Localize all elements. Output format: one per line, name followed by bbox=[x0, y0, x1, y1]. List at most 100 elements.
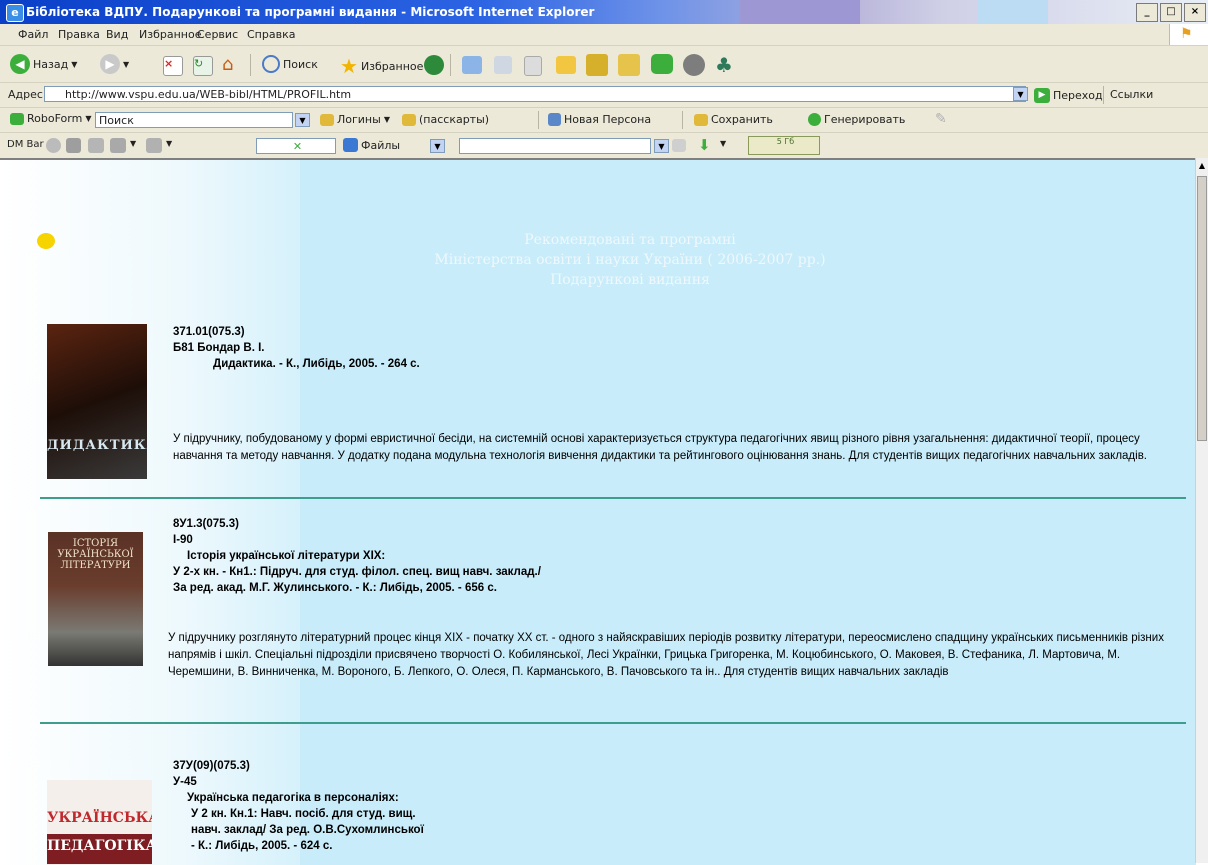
book-description: У підручнику, побудованому у формі еврис… bbox=[173, 433, 1147, 462]
vertical-scrollbar[interactable]: ▲ bbox=[1195, 158, 1208, 863]
window-icon[interactable] bbox=[146, 138, 162, 153]
cover-title: УКРАЇНСЬКА bbox=[47, 810, 152, 826]
logins-button[interactable]: Логины ▼ bbox=[320, 113, 390, 126]
book-entry: 8У1.3(075.3) І-90 Історія української лі… bbox=[173, 516, 541, 596]
favorites-label: Избранное bbox=[360, 59, 424, 73]
divider bbox=[40, 722, 1186, 724]
pen-icon[interactable]: ✎ bbox=[935, 111, 947, 127]
book-entry: 371.01(075.3) Б81 Бондар В. І. Дидактика… bbox=[173, 324, 420, 372]
back-label: Назад bbox=[33, 57, 69, 71]
back-button[interactable]: ◀ Назад ▼ bbox=[10, 54, 77, 74]
cover-title: ПЕДАГОГІКА bbox=[47, 838, 152, 854]
print-icon[interactable] bbox=[494, 56, 512, 74]
dm-progress-field[interactable]: ✕ bbox=[256, 138, 336, 154]
generate-label: Генерировать bbox=[824, 113, 906, 126]
go-button[interactable]: ▶ Переход bbox=[1034, 88, 1103, 103]
roboform-search-dropdown[interactable]: ▼ bbox=[295, 113, 310, 127]
save-label: Сохранить bbox=[711, 113, 773, 126]
menu-view[interactable]: Вид bbox=[106, 28, 128, 41]
new-persona-label: Новая Персона bbox=[564, 113, 652, 126]
save-button[interactable]: Сохранить bbox=[694, 113, 773, 126]
mail-icon[interactable] bbox=[462, 56, 482, 74]
search-button[interactable]: Поиск bbox=[262, 55, 318, 73]
down-arrow-icon[interactable]: ⬇ bbox=[698, 136, 711, 154]
generate-button[interactable]: Генерировать bbox=[808, 113, 905, 126]
plugin-icon[interactable]: ♣ bbox=[715, 53, 733, 77]
book-title: Історія української літератури ХІХ: bbox=[187, 550, 386, 562]
windows-logo-icon: ⚑ bbox=[1169, 24, 1208, 45]
globe-icon[interactable] bbox=[683, 54, 705, 76]
close-button[interactable]: × bbox=[1184, 3, 1206, 22]
forward-button[interactable]: ▶ ▼ bbox=[100, 54, 129, 74]
passcards-label: (пасскарты) bbox=[419, 113, 490, 126]
dm-icon[interactable] bbox=[46, 138, 61, 153]
chevron-down-icon[interactable]: ▼ bbox=[166, 139, 172, 148]
menu-file[interactable]: Файл bbox=[18, 28, 48, 41]
book-cover[interactable]: УКРАЇНСЬКА ПЕДАГОГІКА bbox=[47, 780, 152, 865]
stop-icon[interactable]: × bbox=[163, 56, 183, 76]
dm-toolbar: DM Bar ▼ ▼ ✕ Файлы ▼ ▼ ⬇ ▼ 5 Гб bbox=[0, 133, 1208, 159]
folder-icon[interactable] bbox=[556, 56, 576, 74]
title-stripe bbox=[740, 0, 860, 24]
chevron-down-icon[interactable]: ▼ bbox=[720, 139, 726, 148]
key-icon bbox=[320, 113, 334, 126]
passcard-icon bbox=[402, 113, 416, 126]
standard-toolbar: ◀ Назад ▼ ▶ ▼ × ↻ ⌂ Поиск ★ Избранное ♣ bbox=[0, 46, 1208, 83]
passcards-button[interactable]: (пасскарты) bbox=[402, 113, 489, 126]
dm-search-input[interactable] bbox=[459, 138, 651, 154]
book-cover[interactable]: ІСТОРІЯ УКРАЇНСЬКОЇ ЛІТЕРАТУРИ bbox=[48, 532, 143, 666]
edit-icon[interactable] bbox=[524, 56, 542, 76]
address-input[interactable]: http://www.vspu.edu.ua/WEB-bibl/HTML/PRO… bbox=[44, 86, 1026, 102]
scrollbar-thumb[interactable] bbox=[1197, 176, 1207, 441]
files-button[interactable]: Файлы bbox=[343, 138, 400, 152]
chevron-down-icon[interactable]: ▼ bbox=[130, 139, 136, 148]
media-icon[interactable] bbox=[424, 55, 444, 75]
book-cover[interactable]: ДИДАКТИКА bbox=[47, 324, 147, 479]
dm-search-dropdown[interactable]: ▼ bbox=[654, 139, 669, 153]
roboform-search-input[interactable]: Поиск bbox=[95, 112, 293, 128]
chevron-down-icon: ▼ bbox=[85, 114, 92, 123]
folder-icon[interactable] bbox=[88, 138, 104, 153]
messenger-icon[interactable] bbox=[586, 54, 608, 76]
heading-line: Міністерства освіти і науки України ( 20… bbox=[434, 252, 826, 268]
icq-icon[interactable] bbox=[651, 54, 673, 74]
dm-search-icon[interactable] bbox=[672, 139, 686, 152]
links-button[interactable]: Ссылки bbox=[1110, 88, 1153, 101]
book-editor: навч. заклад/ За ред. О.В.Сухомлинської bbox=[191, 824, 424, 836]
book-entry: 37У(09)(075.3) У-45 Українська педагогік… bbox=[173, 758, 424, 854]
star-icon: ★ bbox=[340, 54, 358, 78]
scroll-up-icon[interactable]: ▲ bbox=[1197, 160, 1207, 172]
favorites-button[interactable]: ★ Избранное bbox=[340, 54, 423, 78]
book-code: 37У(09)(075.3) bbox=[173, 760, 250, 772]
book-publisher: За ред. акад. М.Г. Жулинського. - К.: Ли… bbox=[173, 582, 497, 594]
tool-icon[interactable] bbox=[618, 54, 640, 76]
menu-favorites[interactable]: Избранное bbox=[139, 28, 201, 41]
add-icon[interactable] bbox=[66, 138, 81, 153]
new-persona-button[interactable]: Новая Персона bbox=[548, 113, 651, 126]
disk-space-indicator: 5 Гб bbox=[748, 136, 820, 155]
minimize-button[interactable]: _ bbox=[1136, 3, 1158, 22]
roboform-button[interactable]: RoboForm ▼ bbox=[10, 112, 91, 125]
refresh-icon[interactable]: ↻ bbox=[193, 56, 213, 76]
heading-line: Подарункові видання bbox=[550, 272, 710, 288]
home-icon[interactable]: ⌂ bbox=[222, 54, 244, 75]
address-dropdown[interactable]: ▼ bbox=[1013, 87, 1028, 101]
chevron-down-icon: ▼ bbox=[71, 59, 78, 69]
menu-help[interactable]: Справка bbox=[247, 28, 295, 41]
toolbar-separator bbox=[1103, 86, 1104, 104]
save-icon bbox=[694, 113, 708, 126]
go-arrow-icon: ▶ bbox=[1034, 88, 1050, 103]
page-content: Рекомендовані та програмні Міністерства … bbox=[0, 158, 1196, 865]
download-icon[interactable] bbox=[110, 138, 126, 153]
menu-edit[interactable]: Правка bbox=[58, 28, 100, 41]
book-author: Б81 Бондар В. І. bbox=[173, 342, 265, 354]
files-dropdown[interactable]: ▼ bbox=[430, 139, 445, 153]
book-code: 8У1.3(075.3) bbox=[173, 518, 239, 530]
toolbar-separator bbox=[450, 54, 451, 76]
maximize-button[interactable]: □ bbox=[1160, 3, 1182, 22]
book-title: Дидактика. - К., Либідь, 2005. - 264 с. bbox=[213, 358, 420, 370]
cover-title: ДИДАКТИКА bbox=[47, 438, 147, 453]
menu-tools[interactable]: Сервис bbox=[197, 28, 238, 41]
book-code: 371.01(075.3) bbox=[173, 326, 245, 338]
heading-line: Рекомендовані та програмні bbox=[524, 232, 736, 248]
